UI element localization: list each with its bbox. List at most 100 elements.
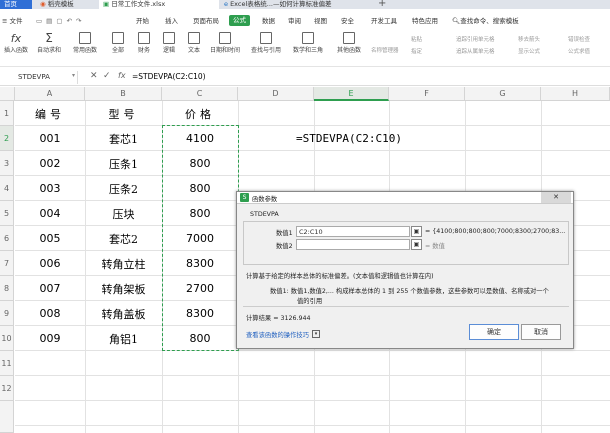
menu-review[interactable]: 审阅 — [288, 11, 301, 31]
menu-data[interactable]: 数据 — [262, 11, 275, 31]
arg1-collapse-icon[interactable]: ▣ — [411, 226, 422, 237]
select-all-corner[interactable] — [0, 87, 15, 101]
cell-a1[interactable]: 编号 — [15, 101, 85, 126]
command-search[interactable]: 🔍︎查找命令、搜索模板 — [452, 11, 519, 31]
arg2-collapse-icon[interactable]: ▣ — [411, 239, 422, 250]
insert-function-button[interactable]: fx 插入函数 — [1, 32, 31, 62]
common-functions-button[interactable]: 常用函数 — [68, 32, 102, 62]
row-header-9[interactable]: 9 — [0, 301, 14, 326]
help-link[interactable]: 查看该函数的操作技巧 — [246, 330, 309, 339]
text-button[interactable]: 文本 — [182, 32, 206, 62]
name-manager-button[interactable]: 名称管理器 — [371, 47, 399, 55]
row-header-6[interactable]: 6 — [0, 226, 14, 251]
menu-special[interactable]: 特色应用 — [412, 11, 438, 31]
cell-b8[interactable]: 转角架板 — [85, 276, 162, 301]
tab-templates[interactable]: ◉ 稻壳模板 — [36, 0, 96, 9]
tab-browser[interactable]: e Excel表格统...—如何计算标准偏差 — [220, 0, 370, 9]
sheet-icon: ▣ — [103, 0, 110, 8]
specify-button[interactable]: 指定 — [411, 48, 422, 56]
close-icon[interactable]: ✕ — [541, 192, 571, 203]
cell-b10[interactable]: 角铝1 — [85, 326, 162, 351]
cell-b6[interactable]: 套芯2 — [85, 226, 162, 251]
tab-home[interactable]: 首页 — [0, 0, 32, 9]
lookup-reference-button[interactable]: 查找与引用 — [247, 32, 285, 62]
error-check-button[interactable]: 错误检查 — [568, 36, 590, 44]
trace-precedents-button[interactable]: 追踪引用单元格 — [456, 36, 495, 44]
column-header-e[interactable]: E — [314, 87, 389, 101]
cell-a3[interactable]: 002 — [15, 151, 85, 176]
cell-e2[interactable]: =STDEVPA(C2:C10) — [296, 126, 416, 151]
cell-b1[interactable]: 型号 — [85, 101, 162, 126]
row-header-2[interactable]: 2 — [0, 126, 14, 151]
cell-b7[interactable]: 转角立柱 — [85, 251, 162, 276]
row-header-4[interactable]: 4 — [0, 176, 14, 201]
menu-developer[interactable]: 开发工具 — [371, 11, 397, 31]
row-header-8[interactable]: 8 — [0, 276, 14, 301]
evaluate-formula-button[interactable]: 公式求值 — [568, 48, 590, 56]
menu-insert[interactable]: 插入 — [165, 11, 178, 31]
row-header-13[interactable] — [0, 401, 14, 433]
file-menu[interactable]: ≡ 文件 — [2, 11, 23, 31]
financial-button[interactable]: 财务 — [132, 32, 156, 62]
cell-a8[interactable]: 007 — [15, 276, 85, 301]
cancel-icon[interactable]: ✕ — [90, 71, 98, 81]
paste-name-button[interactable]: 粘贴 — [411, 36, 422, 44]
trace-dependents-button[interactable]: 追踪从属单元格 — [456, 48, 495, 56]
column-header-g[interactable]: G — [465, 87, 541, 101]
arg1-input[interactable]: C2:C10 — [296, 226, 410, 237]
date-time-button[interactable]: 日期和时间 — [206, 32, 244, 62]
formula-fx-icon[interactable]: fx — [118, 71, 126, 80]
cell-a2[interactable]: 001 — [15, 126, 85, 151]
arg2-input[interactable] — [296, 239, 410, 250]
cell-a10[interactable]: 009 — [15, 326, 85, 351]
show-formulas-button[interactable]: 显示公式 — [518, 48, 540, 56]
row-header-11[interactable]: 11 — [0, 351, 14, 376]
row-header-1[interactable]: 1 — [0, 101, 14, 126]
name-box-dropdown-icon[interactable]: ▾ — [72, 72, 75, 79]
column-header-f[interactable]: F — [389, 87, 465, 101]
column-header-h[interactable]: H — [541, 87, 610, 101]
tab-workbook[interactable]: ▣ 日常工作文件.xlsx — [99, 0, 219, 9]
cell-b3[interactable]: 压条1 — [85, 151, 162, 176]
remove-arrows-button[interactable]: 移去箭头 — [518, 36, 540, 44]
other-functions-button[interactable]: 其他函数 — [331, 32, 367, 62]
math-trig-button[interactable]: 数学和三角 — [289, 32, 327, 62]
column-header-c[interactable]: C — [162, 87, 238, 101]
row-header-7[interactable]: 7 — [0, 251, 14, 276]
menu-page-layout[interactable]: 页面布局 — [193, 11, 219, 31]
autosum-button[interactable]: Σ 自动求和 — [33, 32, 65, 62]
cell-a4[interactable]: 003 — [15, 176, 85, 201]
row-header-10[interactable]: 10 — [0, 326, 14, 351]
cancel-button[interactable]: 取消 — [521, 324, 561, 340]
cell-b4[interactable]: 压条2 — [85, 176, 162, 201]
cell-b9[interactable]: 转角盖板 — [85, 301, 162, 326]
menu-start[interactable]: 开始 — [136, 11, 149, 31]
ok-button[interactable]: 确定 — [469, 324, 519, 340]
cell-a5[interactable]: 004 — [15, 201, 85, 226]
column-header-a[interactable]: A — [15, 87, 85, 101]
column-header-d[interactable]: D — [238, 87, 314, 101]
all-functions-button[interactable]: 全部 — [106, 32, 130, 62]
logical-button[interactable]: 逻辑 — [157, 32, 181, 62]
new-tab-icon[interactable]: + — [378, 0, 386, 9]
cell-a9[interactable]: 008 — [15, 301, 85, 326]
menu-security[interactable]: 安全 — [341, 11, 354, 31]
cell-a7[interactable]: 006 — [15, 251, 85, 276]
save-icon: ▭ — [36, 17, 47, 25]
quick-access-toolbar[interactable]: ▭▤▢↶↷ — [36, 11, 85, 31]
cell-b5[interactable]: 压块 — [85, 201, 162, 226]
confirm-icon[interactable]: ✓ — [103, 71, 111, 81]
video-tip-icon[interactable]: ▾ — [312, 330, 320, 338]
row-header-12[interactable]: 12 — [0, 376, 14, 401]
dialog-titlebar[interactable] — [237, 192, 573, 204]
formula-input[interactable]: =STDEVPA(C2:C10) — [132, 72, 206, 81]
menu-formulas[interactable]: 公式 — [229, 15, 250, 26]
menu-view[interactable]: 视图 — [314, 11, 327, 31]
cell-a6[interactable]: 005 — [15, 226, 85, 251]
column-header-b[interactable]: B — [85, 87, 162, 101]
cell-b2[interactable]: 套芯1 — [85, 126, 162, 151]
name-box[interactable]: STDEVPA — [2, 71, 78, 84]
row-header-5[interactable]: 5 — [0, 201, 14, 226]
row-header-3[interactable]: 3 — [0, 151, 14, 176]
cell-c1[interactable]: 价格 — [162, 101, 238, 126]
